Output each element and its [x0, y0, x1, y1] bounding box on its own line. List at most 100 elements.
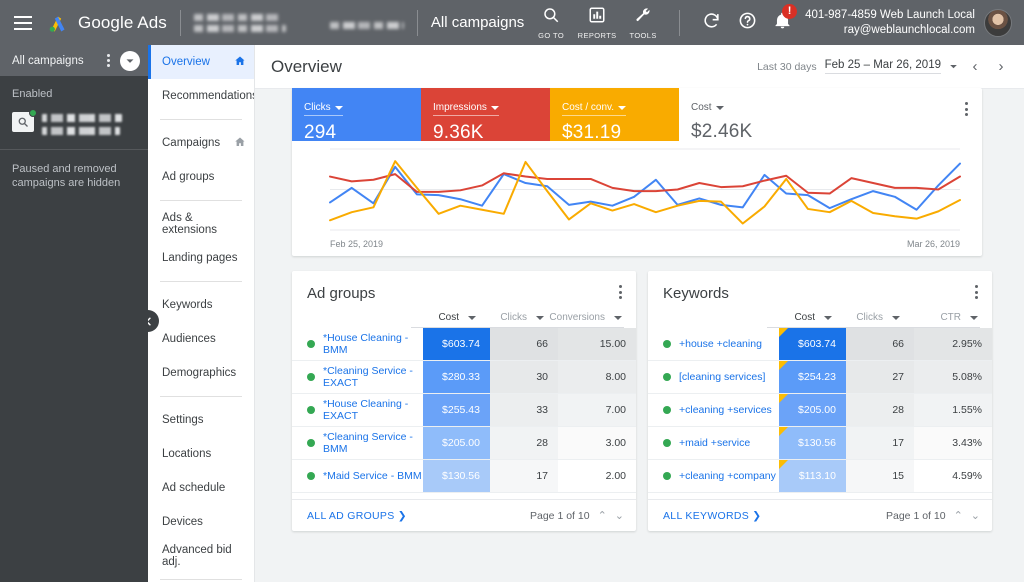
row-name-cell[interactable]: *House Cleaning - BMM	[292, 328, 423, 360]
sidebar-item-landing-pages[interactable]: Landing pages	[148, 241, 254, 275]
table-row[interactable]: *Cleaning Service - BMM$205.00283.00	[292, 427, 636, 460]
sidebar-item-devices[interactable]: Devices	[148, 505, 254, 539]
ad-groups-more-icon[interactable]	[619, 285, 622, 299]
row-name-cell[interactable]: [cleaning services]	[648, 361, 779, 393]
metric-label[interactable]: Impressions	[433, 102, 499, 116]
refresh-button[interactable]	[693, 11, 729, 35]
all-ad-groups-link[interactable]: ALL AD GROUPS ❯	[307, 510, 407, 522]
keywords-pagination: Page 1 of 10 ⌃ ⌄	[886, 509, 980, 522]
table-row[interactable]: [cleaning services]$254.23275.08%	[648, 361, 992, 394]
column-header-clicks[interactable]: Clicks	[478, 312, 546, 328]
sidebar-item-locations[interactable]: Locations	[148, 437, 254, 471]
sub-account-blurred[interactable]	[330, 17, 404, 29]
table-row[interactable]: *House Cleaning - EXACT$255.43337.00	[292, 394, 636, 427]
cell-conversions: 2.00	[558, 460, 636, 492]
divider	[180, 10, 181, 36]
row-name-cell[interactable]: *Maid Service - BMM	[292, 460, 423, 492]
sidebar-item-audiences[interactable]: Audiences	[148, 322, 254, 356]
page-down-button[interactable]: ⌄	[971, 509, 980, 522]
all-keywords-link[interactable]: ALL KEYWORDS ❯	[663, 510, 761, 522]
sidebar-item-ads-extensions[interactable]: Ads & extensions	[148, 207, 254, 241]
page-up-button[interactable]: ⌃	[598, 509, 607, 522]
notifications-button[interactable]: !	[765, 11, 799, 35]
keywords-more-icon[interactable]	[975, 285, 978, 299]
sidebar-item-ad-schedule[interactable]: Ad schedule	[148, 471, 254, 505]
google-ads-logo[interactable]: Google Ads	[46, 11, 167, 35]
prev-period-button[interactable]: ‹	[966, 58, 984, 75]
sidebar-item-recommendations[interactable]: Recommendations	[148, 79, 254, 113]
metric-card-cost[interactable]: Cost$2.46K	[679, 88, 809, 141]
row-label: *House Cleaning - EXACT	[323, 398, 423, 422]
date-range-control: Last 30 days Feb 25 – Mar 26, 2019 ‹ ›	[757, 58, 1010, 76]
sidebar-item-label: Keywords	[162, 299, 246, 311]
row-label: *Cleaning Service - EXACT	[323, 365, 423, 389]
table-row[interactable]: +cleaning +services$205.00281.55%	[648, 394, 992, 427]
sidebar-item-label: Devices	[162, 516, 246, 528]
nav-divider	[160, 200, 242, 201]
row-name-cell[interactable]: *Cleaning Service - BMM	[292, 427, 423, 459]
campaign-selector-more-icon[interactable]	[100, 54, 116, 67]
metric-label[interactable]: Cost	[691, 102, 724, 115]
column-header-conversions[interactable]: Conversions	[546, 312, 624, 328]
sidebar-item-demographics[interactable]: Demographics	[148, 356, 254, 390]
sidebar-item-campaigns[interactable]: Campaigns	[148, 126, 254, 160]
column-header-clicks[interactable]: Clicks	[834, 312, 902, 328]
caret-down-icon[interactable]	[949, 58, 958, 76]
row-name-cell[interactable]: +cleaning +services	[648, 394, 779, 426]
cell-ctr: 4.59%	[914, 460, 992, 492]
row-name-cell[interactable]: +cleaning +company	[648, 460, 779, 492]
row-name-cell[interactable]: *Cleaning Service - EXACT	[292, 361, 423, 393]
table-row[interactable]: *Cleaning Service - EXACT$280.33308.00	[292, 361, 636, 394]
metric-card-clicks[interactable]: Clicks294	[292, 88, 421, 141]
table-row[interactable]: +cleaning +company$113.10154.59%	[648, 460, 992, 493]
status-dot-enabled	[307, 340, 315, 348]
help-icon	[738, 11, 757, 35]
table-row[interactable]: *House Cleaning - BMM$603.746615.00	[292, 328, 636, 361]
help-button[interactable]	[729, 11, 765, 35]
reports-button[interactable]: REPORTS	[574, 6, 620, 40]
metric-label[interactable]: Clicks	[304, 102, 343, 116]
go-to-button[interactable]: GO TO	[528, 6, 574, 40]
left-nav: OverviewRecommendations CampaignsAd group…	[148, 45, 255, 582]
page-up-button[interactable]: ⌃	[954, 509, 963, 522]
metric-card-impressions[interactable]: Impressions9.36K	[421, 88, 550, 141]
account-selector-blurred[interactable]	[194, 14, 286, 32]
table-row[interactable]: +house +cleaning$603.74662.95%	[648, 328, 992, 361]
sidebar-item-keywords[interactable]: Keywords	[148, 288, 254, 322]
metric-card-cost-conv[interactable]: Cost / conv.$31.19	[550, 88, 679, 141]
column-header-cost[interactable]: Cost	[767, 312, 834, 328]
column-header-cost[interactable]: Cost	[411, 312, 478, 328]
row-name-cell[interactable]: +maid +service	[648, 427, 779, 459]
campaign-entry[interactable]	[12, 112, 136, 135]
campaign-selector-dropdown-button[interactable]	[120, 51, 140, 71]
date-range-value[interactable]: Feb 25 – Mar 26, 2019	[825, 59, 941, 74]
cell-clicks: 66	[846, 328, 914, 360]
nav-divider	[160, 396, 242, 397]
reports-label: REPORTS	[578, 31, 617, 40]
blurred-text-line	[42, 114, 122, 122]
hamburger-menu-icon[interactable]	[14, 16, 32, 30]
account-info[interactable]: 401-987-4859 Web Launch Local ray@weblau…	[805, 8, 975, 38]
overview-card-more-icon[interactable]	[965, 102, 968, 116]
avatar[interactable]	[984, 9, 1012, 37]
metric-label[interactable]: Cost / conv.	[562, 102, 626, 116]
table-row[interactable]: *Maid Service - BMM$130.56172.00	[292, 460, 636, 493]
row-name-cell[interactable]: +house +cleaning	[648, 328, 779, 360]
page-down-button[interactable]: ⌄	[615, 509, 624, 522]
column-header-ctr[interactable]: CTR	[902, 312, 980, 328]
sidebar-item-overview[interactable]: Overview	[148, 45, 254, 79]
sidebar-item-label: Settings	[162, 414, 246, 426]
sidebar-item-ad-groups[interactable]: Ad groups	[148, 160, 254, 194]
home-icon	[234, 136, 246, 151]
next-period-button[interactable]: ›	[992, 58, 1010, 75]
performance-chart[interactable]: Feb 25, 2019 Mar 26, 2019	[292, 141, 982, 256]
sort-caret-icon	[536, 316, 544, 320]
row-name-cell[interactable]: *House Cleaning - EXACT	[292, 394, 423, 426]
keywords-footer: ALL KEYWORDS ❯ Page 1 of 10 ⌃ ⌄	[648, 499, 992, 531]
nav-divider	[160, 119, 242, 120]
cell-ctr: 1.55%	[914, 394, 992, 426]
tools-button[interactable]: TOOLS	[620, 6, 666, 40]
table-row[interactable]: +maid +service$130.56173.43%	[648, 427, 992, 460]
sidebar-item-advanced-bid-adj[interactable]: Advanced bid adj.	[148, 539, 254, 573]
sidebar-item-settings[interactable]: Settings	[148, 403, 254, 437]
